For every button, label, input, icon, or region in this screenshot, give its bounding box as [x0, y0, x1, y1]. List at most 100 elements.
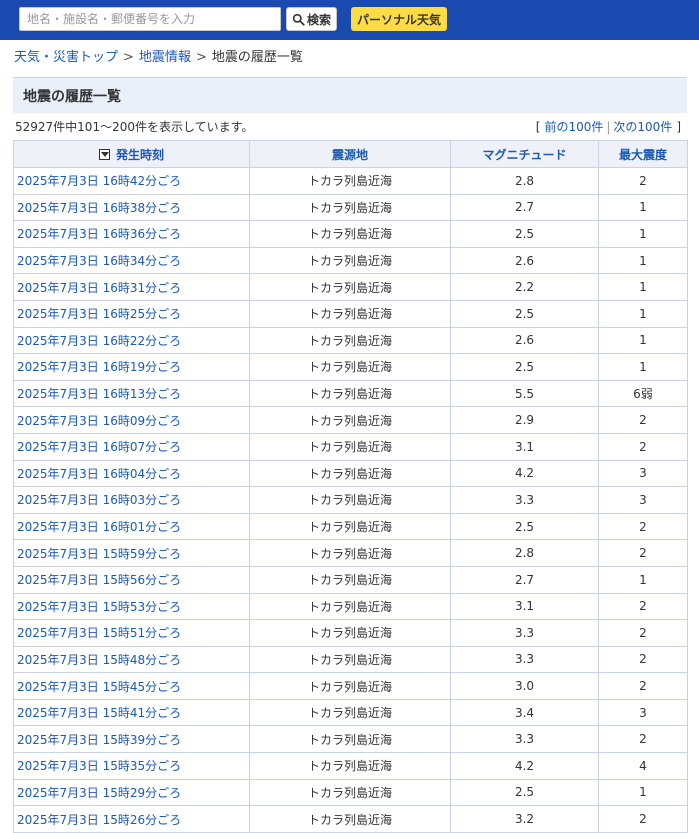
cell-epicenter: トカラ列島近海 [249, 725, 451, 754]
cell-max-intensity: 3 [598, 486, 688, 514]
column-header-magnitude[interactable]: マグニチュード [450, 140, 599, 168]
cell-magnitude: 3.1 [450, 432, 599, 461]
breadcrumb-separator: > [195, 50, 207, 65]
table-header-row: 発生時刻 震源地 マグニチュード 最大震度 [13, 140, 688, 168]
cell-magnitude: 2.7 [450, 193, 599, 222]
cell-max-intensity: 1 [598, 246, 688, 275]
column-header-magnitude-label: マグニチュード [482, 147, 567, 162]
cell-epicenter: トカラ列島近海 [249, 220, 451, 248]
cell-epicenter: トカラ列島近海 [249, 752, 451, 780]
earthquake-detail-link[interactable]: 2025年7月3日 16時42分ごろ [17, 174, 181, 188]
earthquake-detail-link[interactable]: 2025年7月3日 15時59分ごろ [17, 547, 181, 561]
result-count-summary: 52927件中101～200件を表示しています。 [15, 120, 254, 134]
earthquake-detail-link[interactable]: 2025年7月3日 16時09分ごろ [17, 414, 181, 428]
cell-max-intensity: 1 [598, 273, 688, 301]
cell-time: 2025年7月3日 16時04分ごろ [13, 459, 250, 488]
cell-max-intensity: 1 [598, 326, 688, 355]
cell-time: 2025年7月3日 16時36分ごろ [13, 220, 250, 248]
earthquake-detail-link[interactable]: 2025年7月3日 15時53分ごろ [17, 600, 181, 614]
cell-magnitude: 2.7 [450, 565, 599, 594]
column-header-epicenter-label: 震源地 [331, 147, 368, 162]
earthquake-detail-link[interactable]: 2025年7月3日 16時31分ごろ [17, 281, 181, 295]
cell-max-intensity: 3 [598, 459, 688, 488]
cell-epicenter: トカラ列島近海 [249, 193, 451, 222]
column-header-epicenter[interactable]: 震源地 [249, 140, 451, 168]
earthquake-detail-link[interactable]: 2025年7月3日 15時48分ごろ [17, 653, 181, 667]
table-row: 2025年7月3日 16時07分ごろ トカラ列島近海 3.1 2 [13, 432, 688, 461]
cell-magnitude: 3.3 [450, 619, 599, 647]
table-row: 2025年7月3日 16時31分ごろ トカラ列島近海 2.2 1 [13, 273, 688, 301]
table-row: 2025年7月3日 15時48分ごろ トカラ列島近海 3.3 2 [13, 645, 688, 674]
cell-time: 2025年7月3日 16時38分ごろ [13, 193, 250, 222]
cell-epicenter: トカラ列島近海 [249, 539, 451, 567]
earthquake-detail-link[interactable]: 2025年7月3日 16時07分ごろ [17, 440, 181, 454]
earthquake-detail-link[interactable]: 2025年7月3日 15時29分ごろ [17, 786, 181, 800]
column-header-time[interactable]: 発生時刻 [13, 140, 250, 168]
cell-time: 2025年7月3日 15時39分ごろ [13, 725, 250, 754]
earthquake-detail-link[interactable]: 2025年7月3日 16時13分ごろ [17, 387, 181, 401]
earthquake-detail-link[interactable]: 2025年7月3日 16時03分ごろ [17, 493, 181, 507]
cell-magnitude: 3.3 [450, 486, 599, 514]
cell-max-intensity: 1 [598, 565, 688, 594]
cell-max-intensity: 2 [598, 592, 688, 621]
earthquake-detail-link[interactable]: 2025年7月3日 15時35分ごろ [17, 759, 181, 773]
pager-open-bracket: [ [535, 120, 541, 134]
cell-magnitude: 2.8 [450, 539, 599, 567]
earthquake-detail-link[interactable]: 2025年7月3日 16時36分ごろ [17, 227, 181, 241]
next-page-link[interactable]: 次の100件 [613, 120, 672, 134]
earthquake-detail-link[interactable]: 2025年7月3日 15時45分ごろ [17, 680, 181, 694]
earthquake-detail-link[interactable]: 2025年7月3日 16時25分ごろ [17, 307, 181, 321]
location-search-input[interactable] [19, 7, 281, 31]
cell-magnitude: 3.3 [450, 725, 599, 754]
earthquake-detail-link[interactable]: 2025年7月3日 16時34分ごろ [17, 254, 181, 268]
cell-max-intensity: 1 [598, 220, 688, 248]
cell-max-intensity: 1 [598, 778, 688, 807]
pager-close-bracket: ] [676, 120, 681, 134]
personal-weather-button[interactable]: パーソナル天気 [351, 7, 447, 31]
breadcrumb-weather-top-link[interactable]: 天気・災害トップ [14, 50, 118, 65]
search-button[interactable]: 検索 [286, 7, 337, 31]
earthquake-detail-link[interactable]: 2025年7月3日 15時41分ごろ [17, 706, 181, 720]
cell-max-intensity: 1 [598, 299, 688, 328]
earthquake-history-table: 発生時刻 震源地 マグニチュード 最大震度 2025年7月3日 16時42分ごろ… [13, 140, 688, 833]
page-title: 地震の履歴一覧 [23, 88, 121, 105]
earthquake-detail-link[interactable]: 2025年7月3日 16時19分ごろ [17, 360, 181, 374]
earthquake-detail-link[interactable]: 2025年7月3日 16時22分ごろ [17, 334, 181, 348]
breadcrumb-separator: > [123, 50, 134, 65]
cell-magnitude: 3.4 [450, 698, 599, 727]
cell-epicenter: トカラ列島近海 [249, 592, 451, 621]
earthquake-detail-link[interactable]: 2025年7月3日 15時26分ごろ [17, 813, 181, 827]
cell-max-intensity: 2 [598, 539, 688, 567]
earthquake-detail-link[interactable]: 2025年7月3日 15時51分ごろ [17, 626, 181, 640]
earthquake-detail-link[interactable]: 2025年7月3日 16時38分ごろ [17, 201, 181, 215]
cell-epicenter: トカラ列島近海 [249, 167, 451, 195]
sort-descending-icon[interactable] [98, 148, 110, 160]
cell-time: 2025年7月3日 16時42分ごろ [13, 167, 250, 195]
earthquake-detail-link[interactable]: 2025年7月3日 15時56分ごろ [17, 573, 181, 587]
earthquake-detail-link[interactable]: 2025年7月3日 16時01分ごろ [17, 520, 181, 534]
column-header-max-intensity[interactable]: 最大震度 [598, 140, 688, 168]
table-row: 2025年7月3日 16時36分ごろ トカラ列島近海 2.5 1 [13, 220, 688, 248]
table-row: 2025年7月3日 16時01分ごろ トカラ列島近海 2.5 2 [13, 512, 688, 541]
earthquake-detail-link[interactable]: 2025年7月3日 16時04分ごろ [17, 467, 181, 481]
cell-time: 2025年7月3日 16時13分ごろ [13, 379, 250, 408]
search-icon [292, 13, 305, 26]
cell-time: 2025年7月3日 15時48分ごろ [13, 645, 250, 674]
table-row: 2025年7月3日 16時42分ごろ トカラ列島近海 2.8 2 [13, 167, 688, 195]
cell-time: 2025年7月3日 16時25分ごろ [13, 299, 250, 328]
cell-time: 2025年7月3日 15時51分ごろ [13, 619, 250, 647]
earthquake-detail-link[interactable]: 2025年7月3日 15時39分ごろ [17, 733, 181, 747]
cell-time: 2025年7月3日 15時35分ごろ [13, 752, 250, 780]
prev-page-link[interactable]: 前の100件 [544, 120, 603, 134]
table-body: 2025年7月3日 16時42分ごろ トカラ列島近海 2.8 2 2025年7月3日 1… [13, 167, 688, 833]
table-row: 2025年7月3日 15時59分ごろ トカラ列島近海 2.8 2 [13, 539, 688, 567]
cell-epicenter: トカラ列島近海 [249, 459, 451, 488]
breadcrumb-earthquake-info-link[interactable]: 地震情報 [139, 50, 191, 65]
cell-time: 2025年7月3日 15時45分ごろ [13, 672, 250, 700]
cell-magnitude: 2.5 [450, 299, 599, 328]
cell-magnitude: 2.5 [450, 353, 599, 381]
cell-epicenter: トカラ列島近海 [249, 805, 451, 833]
cell-epicenter: トカラ列島近海 [249, 299, 451, 328]
cell-magnitude: 2.5 [450, 220, 599, 248]
cell-magnitude: 2.9 [450, 406, 599, 434]
